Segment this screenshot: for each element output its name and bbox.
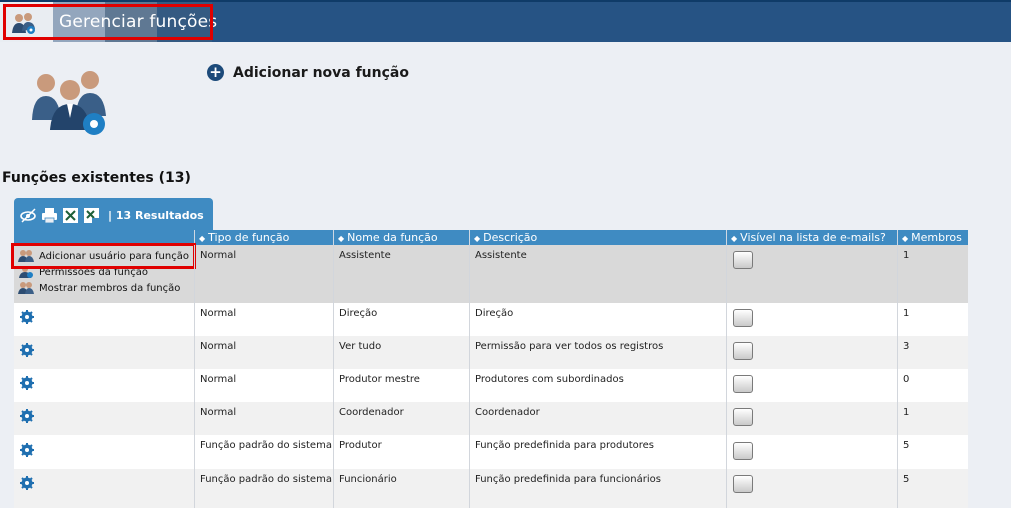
cell-visible — [726, 245, 897, 303]
cell-members: 5 — [897, 435, 968, 469]
sort-icon: ◆ — [338, 234, 345, 243]
cell-name: Coordenador — [333, 402, 469, 435]
section-title: Funções existentes (13) — [2, 170, 191, 186]
gear-icon[interactable] — [20, 376, 34, 390]
table-toolbar: | 13 Resultados — [14, 198, 213, 232]
cell-type: Normal — [194, 402, 333, 435]
cell-name: Direção — [333, 303, 469, 336]
cell-type: Função padrão do sistema — [194, 469, 333, 508]
cell-name: Assistente — [333, 245, 469, 303]
column-header-description[interactable]: ◆ Descrição — [469, 230, 726, 245]
cell-type: Normal — [194, 303, 333, 336]
column-header-type[interactable]: ◆ Tipo de função — [194, 230, 333, 245]
column-visibility-icon[interactable] — [20, 207, 37, 224]
visible-checkbox[interactable] — [733, 309, 753, 327]
menu-highlight — [11, 243, 196, 269]
cell-visible — [726, 469, 897, 508]
cell-description: Função predefinida para produtores — [469, 435, 726, 469]
result-count: | 13 Resultados — [108, 208, 204, 222]
visible-checkbox[interactable] — [733, 408, 753, 426]
group-icon — [32, 71, 106, 135]
cell-members: 1 — [897, 402, 968, 435]
table-row[interactable]: Normal Ver tudo Permissão para ver todos… — [14, 336, 968, 369]
table-row[interactable]: Normal Coordenador Coordenador 1 — [14, 402, 968, 435]
cell-description: Assistente — [469, 245, 726, 303]
cell-description: Produtores com subordinados — [469, 369, 726, 402]
cell-visible — [726, 435, 897, 469]
cell-members: 1 — [897, 303, 968, 336]
table-row[interactable]: Função padrão do sistema Funcionário Fun… — [14, 469, 968, 508]
excel-export-icon[interactable] — [62, 207, 79, 224]
cell-name: Funcionário — [333, 469, 469, 508]
cell-members: 5 — [897, 469, 968, 508]
visible-checkbox[interactable] — [733, 475, 753, 493]
table-row[interactable]: Normal Produtor mestre Produtores com su… — [14, 369, 968, 402]
table-row[interactable]: Função padrão do sistema Produtor Função… — [14, 435, 968, 469]
cell-visible — [726, 303, 897, 336]
gear-icon[interactable] — [20, 443, 34, 457]
cell-type: Normal — [194, 369, 333, 402]
title-highlight — [3, 4, 213, 40]
cell-name: Produtor mestre — [333, 369, 469, 402]
column-header-members[interactable]: ◆ Membros — [897, 230, 968, 245]
gear-icon[interactable] — [20, 409, 34, 423]
top-bar: Gerenciar funções — [0, 0, 1011, 42]
cell-name: Produtor — [333, 435, 469, 469]
cell-members: 1 — [897, 245, 968, 303]
add-new-role-button[interactable]: + Adicionar nova função — [207, 64, 409, 81]
sort-icon: ◆ — [474, 234, 481, 243]
column-header-visible[interactable]: ◆ Visível na lista de e-mails? — [726, 230, 897, 245]
table-row[interactable]: Adicionar usuário para função Permissões… — [11, 243, 968, 303]
cell-type: Normal — [194, 336, 333, 369]
sort-icon: ◆ — [731, 234, 738, 243]
cell-members: 0 — [897, 369, 968, 402]
excel-export-all-icon[interactable] — [83, 207, 100, 224]
cell-description: Permissão para ver todos os registros — [469, 336, 726, 369]
plus-icon: + — [207, 64, 224, 81]
gear-icon[interactable] — [20, 310, 34, 324]
show-role-members-link[interactable]: Mostrar membros da função — [18, 281, 180, 295]
members-icon — [18, 282, 34, 294]
cell-visible — [726, 369, 897, 402]
cell-description: Direção — [469, 303, 726, 336]
cell-visible — [726, 402, 897, 435]
sort-icon: ◆ — [199, 234, 206, 243]
gear-icon[interactable] — [20, 343, 34, 357]
cell-description: Função predefinida para funcionários — [469, 469, 726, 508]
visible-checkbox[interactable] — [733, 251, 753, 269]
visible-checkbox[interactable] — [733, 375, 753, 393]
sort-icon: ◆ — [902, 234, 909, 243]
cell-name: Ver tudo — [333, 336, 469, 369]
cell-description: Coordenador — [469, 402, 726, 435]
table-row[interactable]: Normal Direção Direção 1 — [14, 303, 968, 336]
visible-checkbox[interactable] — [733, 342, 753, 360]
cell-members: 3 — [897, 336, 968, 369]
print-icon[interactable] — [41, 207, 58, 224]
cell-type: Normal — [194, 245, 333, 303]
gear-icon[interactable] — [20, 476, 34, 490]
cell-visible — [726, 336, 897, 369]
cell-type: Função padrão do sistema — [194, 435, 333, 469]
column-header-name[interactable]: ◆ Nome da função — [333, 230, 469, 245]
visible-checkbox[interactable] — [733, 442, 753, 460]
add-new-role-label: Adicionar nova função — [233, 64, 409, 81]
